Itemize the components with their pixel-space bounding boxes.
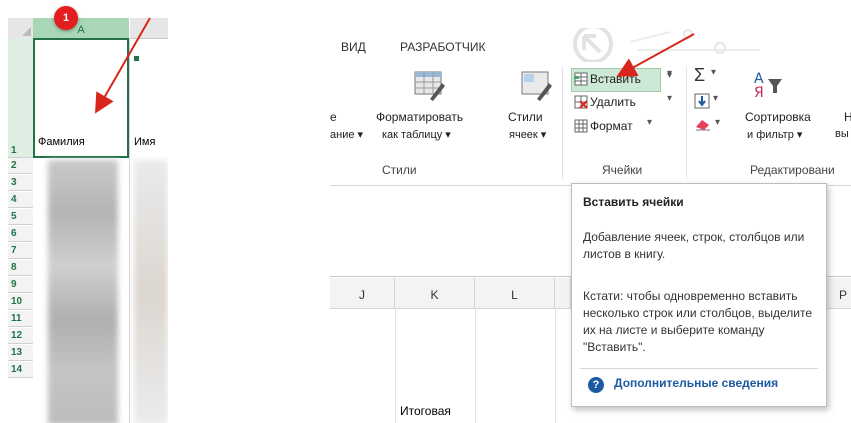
arrow-to-insert-button [616, 33, 695, 77]
annotation-arrows [95, 17, 695, 114]
arrow-to-header-cell [95, 17, 151, 114]
